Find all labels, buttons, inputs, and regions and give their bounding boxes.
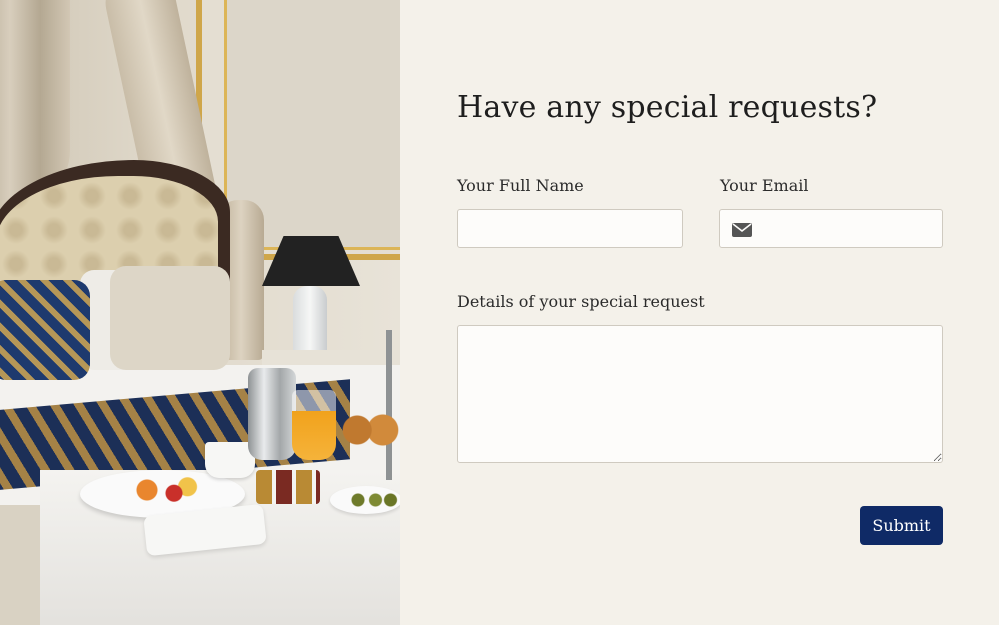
email-input[interactable]	[752, 210, 967, 247]
special-request-textarea[interactable]	[457, 325, 943, 463]
email-field[interactable]	[719, 209, 967, 248]
full-name-label: Your Full Name	[457, 176, 584, 195]
hotel-room-photo	[0, 0, 400, 625]
special-request-form: Have any special requests? Your Full Nam…	[400, 0, 999, 625]
details-label: Details of your special request	[457, 292, 705, 311]
envelope-icon	[732, 222, 752, 237]
email-label: Your Email	[720, 176, 809, 195]
submit-button[interactable]: Submit	[860, 506, 943, 545]
form-title: Have any special requests?	[457, 90, 878, 125]
full-name-input[interactable]	[457, 209, 683, 248]
